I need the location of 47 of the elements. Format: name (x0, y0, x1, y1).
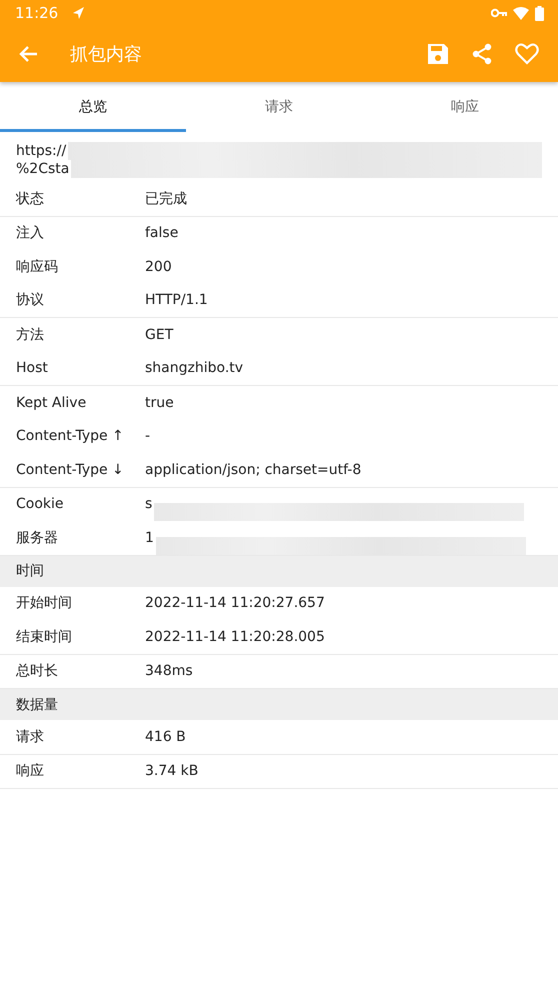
field-label: Host (16, 360, 49, 376)
field-label: 结束时间 (16, 628, 73, 646)
wifi-icon (513, 6, 529, 20)
field-label: 请求 (16, 728, 45, 746)
field-value: true (145, 394, 174, 411)
section-header: 时间 (0, 556, 558, 586)
tab[interactable]: 总览 (0, 84, 186, 132)
tab[interactable]: 响应 (372, 84, 558, 132)
app-title: 抓包内容 (70, 43, 142, 66)
field-value: 1 (145, 530, 154, 546)
field-label: 状态 (16, 190, 45, 208)
status-time: 11:26 (15, 4, 58, 22)
field-label: Content-Type ↓ (16, 462, 125, 478)
key-icon (491, 8, 507, 18)
field-value: application/json; charset=utf-8 (145, 462, 362, 478)
field-label: 响应码 (16, 258, 59, 276)
tab[interactable]: 请求 (186, 84, 372, 132)
field-label: 开始时间 (16, 594, 73, 612)
field-value: 348ms (145, 663, 193, 680)
field-label: Content-Type ↑ (16, 428, 125, 444)
url-text: %2Csta (16, 161, 70, 177)
field-label: 注入 (16, 224, 45, 242)
field-value: 200 (145, 258, 172, 275)
field-value: HTTP/1.1 (145, 292, 208, 308)
field-value: 2022-11-14 11:20:27.657 (145, 595, 325, 612)
section-header: 数据量 (0, 689, 558, 720)
field-label: 方法 (16, 326, 45, 344)
field-label: 服务器 (16, 528, 59, 547)
field-value: shangzhibo.tv (145, 360, 244, 376)
field-value: GET (145, 326, 174, 343)
field-value: 已完成 (145, 190, 187, 208)
battery-icon (535, 6, 544, 20)
field-value: false (145, 225, 178, 242)
heart-icon (515, 43, 539, 65)
field-label: 协议 (16, 291, 45, 310)
field-value: 3.74 kB (145, 763, 198, 780)
field-value: s (145, 496, 152, 512)
field-label: 响应 (16, 762, 45, 780)
url-text: https:// (16, 143, 66, 159)
field-label: Cookie (16, 496, 65, 512)
share-icon (471, 43, 493, 65)
field-value: 2022-11-14 11:20:28.005 (145, 628, 325, 645)
field-value: 416 B (145, 728, 186, 745)
field-value: - (145, 428, 150, 444)
back-icon (19, 44, 39, 64)
field-label: Kept Alive (16, 394, 88, 411)
field-label: 总时长 (16, 662, 59, 680)
